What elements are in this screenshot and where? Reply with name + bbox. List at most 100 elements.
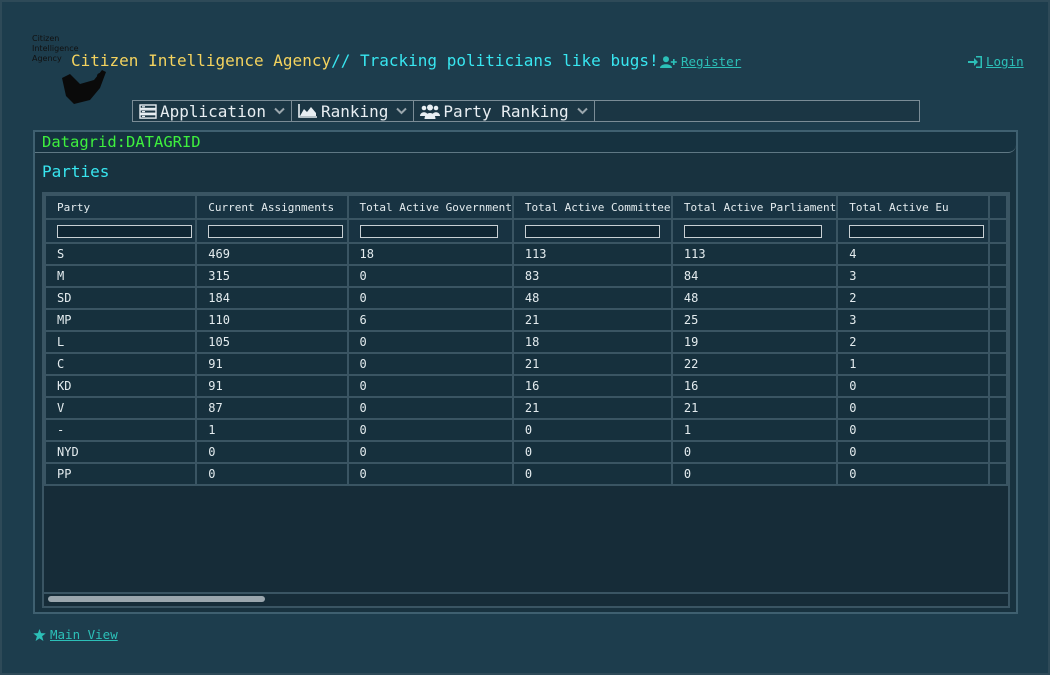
table-cell: L bbox=[44, 330, 198, 354]
user-plus-icon bbox=[660, 55, 677, 68]
column-header-total-active-parliament[interactable]: Total Active Parliament bbox=[670, 194, 839, 220]
bug-logo-icon bbox=[62, 70, 106, 104]
column-header-current-assignments[interactable]: Current Assignments bbox=[195, 194, 349, 220]
table-cell: 113 bbox=[670, 242, 839, 266]
table-cell: 0 bbox=[836, 440, 990, 464]
table-cell: 0 bbox=[836, 374, 990, 398]
column-header-overflow bbox=[987, 194, 1008, 220]
filter-input-current-assignments[interactable] bbox=[208, 224, 344, 238]
table-cell: 0 bbox=[346, 462, 514, 486]
table-cell: 2 bbox=[836, 330, 990, 354]
header-row: Party Current Assignments Total Active G… bbox=[44, 194, 1008, 220]
table-cell-overflow bbox=[987, 462, 1008, 486]
sign-in-icon bbox=[968, 55, 982, 68]
table-row[interactable]: KD 91 0 16 16 0 bbox=[44, 374, 1008, 398]
table-cell: 3 bbox=[836, 308, 990, 332]
section-title: Parties bbox=[42, 162, 110, 181]
login-link[interactable]: Login bbox=[968, 54, 1024, 69]
table-row[interactable]: MP 110 6 21 25 3 bbox=[44, 308, 1008, 332]
menu-party-ranking-label: Party Ranking bbox=[443, 101, 569, 121]
menu-ranking-label: Ranking bbox=[320, 101, 389, 121]
main-menu-bar: Application Ranking Party Ranking bbox=[132, 100, 920, 122]
parties-table: Party Current Assignments Total Active G… bbox=[44, 194, 1008, 486]
table-cell: SD bbox=[44, 286, 198, 310]
column-header-total-active-government[interactable]: Total Active Government bbox=[346, 194, 514, 220]
table-cell: 21 bbox=[511, 308, 673, 332]
column-header-total-active-eu[interactable]: Total Active Eu bbox=[836, 194, 990, 220]
datagrid-panel: Datagrid:DATAGRID Parties Party Current … bbox=[33, 130, 1018, 614]
table-cell: M bbox=[44, 264, 198, 288]
site-title-name: Citizen Intelligence Agency bbox=[71, 51, 332, 70]
table-cell: 0 bbox=[670, 462, 839, 486]
table-cell: 1 bbox=[836, 352, 990, 376]
table-cell: 19 bbox=[670, 330, 839, 354]
grid-body: S 469 18 113 113 4 M 315 0 83 84 3 SD 184 0 48 48 2 MP 110 6… bbox=[44, 242, 1008, 486]
table-row[interactable]: M 315 0 83 84 3 bbox=[44, 264, 1008, 288]
table-cell-overflow bbox=[987, 352, 1008, 376]
table-row[interactable]: V 87 0 21 21 0 bbox=[44, 396, 1008, 420]
register-label: Register bbox=[681, 54, 742, 69]
table-cell: 469 bbox=[195, 242, 349, 266]
table-cell: 0 bbox=[511, 418, 673, 442]
filter-input-party[interactable] bbox=[57, 224, 192, 238]
table-cell: 315 bbox=[195, 264, 349, 288]
table-cell: 91 bbox=[195, 352, 349, 376]
star-icon bbox=[33, 628, 46, 641]
table-cell: 0 bbox=[195, 440, 349, 464]
table-cell: 0 bbox=[346, 440, 514, 464]
register-link[interactable]: Register bbox=[660, 54, 741, 69]
chevron-down-icon bbox=[576, 107, 588, 115]
table-cell: 0 bbox=[346, 418, 514, 442]
filter-input-total-active-parliament[interactable] bbox=[683, 224, 822, 238]
table-cell: 0 bbox=[670, 440, 839, 464]
filter-input-total-active-eu[interactable] bbox=[849, 224, 985, 238]
table-cell: 0 bbox=[346, 264, 514, 288]
horizontal-scrollbar[interactable] bbox=[44, 592, 1008, 606]
table-row[interactable]: SD 184 0 48 48 2 bbox=[44, 286, 1008, 310]
table-cell: 0 bbox=[836, 418, 990, 442]
table-row[interactable]: C 91 0 21 22 1 bbox=[44, 352, 1008, 376]
chevron-down-icon bbox=[396, 107, 408, 115]
column-header-party[interactable]: Party bbox=[44, 194, 198, 220]
table-cell-overflow bbox=[987, 330, 1008, 354]
table-cell: - bbox=[44, 418, 198, 442]
menu-party-ranking[interactable]: Party Ranking bbox=[414, 101, 595, 121]
table-cell: S bbox=[44, 242, 198, 266]
filter-input-total-active-committee[interactable] bbox=[524, 224, 660, 238]
table-cell: KD bbox=[44, 374, 198, 398]
area-chart-icon bbox=[298, 104, 317, 118]
table-cell: V bbox=[44, 396, 198, 420]
agency-logo: Citizen Intelligence Agency bbox=[32, 34, 112, 112]
scrollbar-thumb[interactable] bbox=[48, 596, 265, 602]
table-cell: 16 bbox=[511, 374, 673, 398]
table-row[interactable]: PP 0 0 0 0 0 bbox=[44, 462, 1008, 486]
table-cell: 22 bbox=[670, 352, 839, 376]
table-cell: 113 bbox=[511, 242, 673, 266]
table-cell: 0 bbox=[346, 330, 514, 354]
table-cell-overflow bbox=[987, 374, 1008, 398]
table-cell: 21 bbox=[670, 396, 839, 420]
table-row[interactable]: NYD 0 0 0 0 0 bbox=[44, 440, 1008, 464]
table-cell: 0 bbox=[346, 286, 514, 310]
users-icon bbox=[420, 104, 441, 119]
table-cell-overflow bbox=[987, 286, 1008, 310]
menu-ranking[interactable]: Ranking bbox=[292, 101, 415, 121]
table-cell: C bbox=[44, 352, 198, 376]
main-view-link[interactable]: Main View bbox=[33, 627, 118, 642]
menu-application[interactable]: Application bbox=[133, 101, 292, 121]
table-row[interactable]: S 469 18 113 113 4 bbox=[44, 242, 1008, 266]
table-row[interactable]: L 105 0 18 19 2 bbox=[44, 330, 1008, 354]
table-cell: 16 bbox=[670, 374, 839, 398]
table-row[interactable]: -10010 bbox=[44, 418, 1008, 442]
column-header-total-active-committee[interactable]: Total Active Committee bbox=[511, 194, 673, 220]
menu-application-label: Application bbox=[160, 101, 266, 121]
filter-input-total-active-government[interactable] bbox=[359, 224, 498, 238]
table-cell-overflow bbox=[987, 242, 1008, 266]
table-cell: 0 bbox=[511, 462, 673, 486]
table-cell: 0 bbox=[346, 396, 514, 420]
main-view-label: Main View bbox=[50, 627, 118, 642]
table-cell-overflow bbox=[987, 396, 1008, 420]
table-cell: 91 bbox=[195, 374, 349, 398]
table-cell: 4 bbox=[836, 242, 990, 266]
server-icon bbox=[139, 103, 157, 119]
